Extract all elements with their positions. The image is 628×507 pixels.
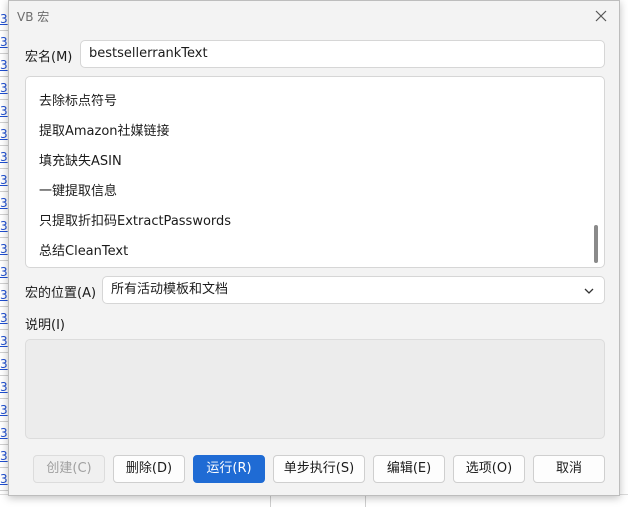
macro-name-input[interactable]: bestsellerrankText <box>80 40 605 68</box>
macro-list-item[interactable]: 总结CleanText <box>39 240 128 259</box>
close-button[interactable] <box>591 6 611 26</box>
macro-list-scrollbar[interactable] <box>594 225 598 263</box>
edit-button[interactable]: 编辑(E) <box>373 455 445 483</box>
table-divider <box>270 495 271 507</box>
chevron-down-icon <box>584 288 594 294</box>
macro-name-label: 宏名(M) <box>25 50 73 65</box>
vb-macro-dialog: VB 宏 宏名(M) bestsellerrankText 去除标点符号 提取A… <box>8 0 620 496</box>
close-icon <box>595 10 607 22</box>
dialog-title: VB 宏 <box>17 10 50 24</box>
location-select[interactable]: 所有活动模板和文档 <box>102 276 605 304</box>
delete-button[interactable]: 删除(D) <box>113 455 185 483</box>
description-label: 说明(I) <box>25 318 65 333</box>
location-label: 宏的位置(A) <box>25 286 97 301</box>
macro-list-item[interactable]: 提取Amazon社媒链接 <box>39 120 170 139</box>
macro-list-item[interactable]: 一键提取信息 <box>39 180 117 199</box>
title-bar[interactable]: VB 宏 <box>9 1 619 31</box>
macro-list-item[interactable]: 只提取折扣码ExtractPasswords <box>39 210 231 229</box>
step-into-button[interactable]: 单步执行(S) <box>273 455 365 483</box>
options-button[interactable]: 选项(O) <box>453 455 525 483</box>
description-box <box>25 339 605 439</box>
macro-list[interactable]: 去除标点符号 提取Amazon社媒链接 填充缺失ASIN 一键提取信息 只提取折… <box>25 76 605 268</box>
macro-list-item[interactable]: 填充缺失ASIN <box>39 150 122 169</box>
macro-list-item[interactable]: 去除标点符号 <box>39 90 117 109</box>
table-divider <box>365 495 366 507</box>
cancel-button[interactable]: 取消 <box>533 455 605 483</box>
location-selected-value: 所有活动模板和文档 <box>111 282 229 297</box>
run-button[interactable]: 运行(R) <box>193 455 265 483</box>
create-button[interactable]: 创建(C) <box>33 455 105 483</box>
